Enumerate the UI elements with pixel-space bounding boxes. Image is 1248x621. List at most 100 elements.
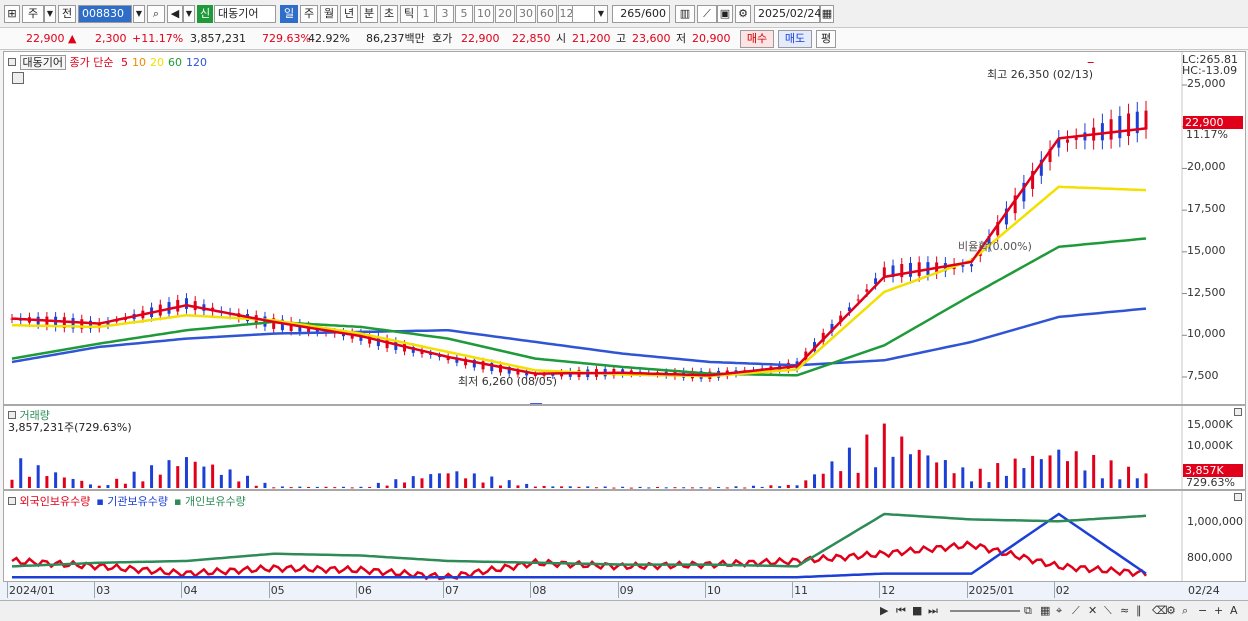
volume-bar [1004, 475, 1008, 488]
fibo-icon[interactable]: ≈ [1120, 604, 1129, 618]
channel-icon[interactable]: ∥ [1136, 604, 1142, 618]
holding-line-1 [12, 512, 1147, 579]
zoom-in-icon[interactable]: + [1214, 604, 1223, 618]
volume-bar [123, 483, 127, 488]
volume-bar [943, 460, 947, 488]
volume-panel[interactable]: 거래량 3,857,231주(729.63%) [3, 405, 1246, 490]
price-y-tick-2: 20,000 [1187, 160, 1226, 174]
volume-bar [760, 486, 764, 488]
market-select[interactable]: 주 [22, 5, 44, 23]
candle-body [856, 299, 860, 301]
period-button-1[interactable]: 주 [300, 5, 318, 23]
cursor-icon[interactable]: ⌖ [1056, 604, 1062, 618]
interval-button-4[interactable]: 20 [495, 5, 515, 23]
period-button-3[interactable]: 년 [340, 5, 358, 23]
interval-button-3[interactable]: 10 [474, 5, 494, 23]
volume-bar [464, 478, 468, 488]
zoom-icon[interactable]: ⌕ [1182, 604, 1188, 618]
volume-bar [254, 485, 258, 488]
x-tickmark [268, 582, 270, 598]
stock-code-input[interactable]: 008830 [78, 5, 132, 23]
volume-bar [813, 474, 817, 488]
settings-icon[interactable]: ⚙ [1166, 604, 1176, 618]
interval-button-2[interactable]: 5 [455, 5, 473, 23]
cross-line-icon[interactable]: ✕ [1088, 604, 1097, 618]
volume-bar [359, 486, 363, 488]
search-icon[interactable]: ⌕ [147, 5, 165, 23]
volume-bar [341, 486, 345, 488]
market-dropdown-icon[interactable]: ▼ [44, 5, 56, 23]
first-page-icon[interactable]: ⏮ [896, 604, 906, 618]
price-chart[interactable] [4, 52, 1245, 404]
volume-bar [97, 485, 101, 488]
period-button-2[interactable]: 월 [320, 5, 338, 23]
trend-draw-icon[interactable]: ⟋ [1072, 604, 1080, 618]
candle-body [1127, 113, 1131, 137]
save-icon[interactable]: ▣ [717, 5, 733, 23]
candle-body [908, 262, 912, 277]
grid-toggle-icon[interactable]: ▦ [1040, 604, 1050, 618]
volume-bar [1048, 455, 1052, 488]
volume-bar [498, 485, 502, 488]
prev-button[interactable]: 전 [58, 5, 76, 23]
trendline-icon[interactable]: ⟋ [697, 5, 717, 23]
interval-button-6[interactable]: 60 [537, 5, 557, 23]
volume-bar [978, 468, 982, 488]
high-price: 23,600 [632, 32, 671, 45]
bar-count-input[interactable]: 265/600 [612, 5, 670, 23]
chart-type-icon[interactable]: ▥ [675, 5, 695, 23]
volume-bar [647, 487, 651, 489]
period-button-0[interactable]: 일 [280, 5, 298, 23]
x-tick-10: 12 [881, 584, 896, 597]
period-button-6[interactable]: 틱 [400, 5, 418, 23]
last-page-icon[interactable]: ⏭ [928, 604, 938, 618]
zoom-handle-icon[interactable]: ⧉ [1024, 604, 1032, 618]
holding-panel[interactable]: 외국인보유수량 ▪ 기관보유수량 ▪ 개인보유수량 [3, 490, 1246, 582]
period-button-4[interactable]: 분 [360, 5, 378, 23]
volume-bar [376, 482, 380, 488]
date-input[interactable]: 2025/02/24 [754, 5, 821, 23]
interval-button-0[interactable]: 1 [417, 5, 435, 23]
zoom-out-icon[interactable]: − [1198, 604, 1207, 618]
speaker-icon[interactable]: ◀ [167, 5, 183, 23]
interval-button-5[interactable]: 30 [516, 5, 536, 23]
volume-bar [778, 486, 782, 488]
volume-bar [27, 476, 31, 488]
ray-icon[interactable]: ⟍ [1104, 604, 1112, 618]
gear-icon[interactable]: ⚙ [735, 5, 751, 23]
volume-bar [1100, 478, 1104, 488]
scroll-right-icon[interactable]: ▶ [880, 604, 888, 618]
interval-dropdown-icon[interactable]: ▼ [594, 5, 608, 23]
holding-chart[interactable] [4, 491, 1245, 581]
volume-chart[interactable] [4, 406, 1245, 489]
price-y-tick-5: 12,500 [1187, 285, 1226, 299]
window-menu-icon[interactable]: ⊞ [4, 5, 20, 23]
credit-badge[interactable]: 신 [197, 5, 213, 23]
candle-body [917, 262, 921, 277]
volume-bar [71, 478, 75, 488]
candle-body [970, 264, 974, 267]
zoom-slider[interactable] [950, 610, 1020, 612]
period-button-5[interactable]: 초 [380, 5, 398, 23]
sell-button[interactable]: 매도 [778, 30, 812, 48]
volume-bar [900, 436, 904, 488]
volume-bar [19, 458, 23, 488]
volume-bar [830, 461, 834, 488]
x-tickmark [181, 582, 183, 598]
x-tick-3: 05 [270, 584, 285, 597]
calendar-icon[interactable]: ▦ [820, 5, 834, 23]
x-tick-9: 11 [794, 584, 809, 597]
interval-button-1[interactable]: 3 [436, 5, 454, 23]
stock-name-field[interactable]: 대동기어 [214, 5, 276, 23]
low-annotation: 최저 6,260 (08/05) [458, 375, 558, 388]
avg-button[interactable]: 평 [816, 30, 836, 48]
stop-icon[interactable]: ■ [912, 604, 922, 618]
speaker-dropdown-icon[interactable]: ▼ [183, 5, 195, 23]
volume-bar [1127, 466, 1131, 488]
volume-bar [1092, 454, 1096, 488]
price-panel[interactable]: 대동기어 종가 단순 5 10 20 60 120 [3, 51, 1246, 405]
code-dropdown-icon[interactable]: ▼ [133, 5, 145, 23]
buy-button[interactable]: 매수 [740, 30, 774, 48]
price-y-tick-3: 17,500 [1187, 202, 1226, 216]
font-size-icon[interactable]: A [1230, 604, 1238, 618]
